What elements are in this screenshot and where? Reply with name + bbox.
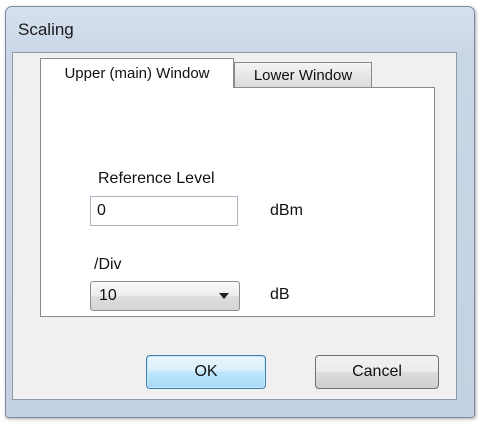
- div-label: /Div: [94, 256, 122, 273]
- div-unit: dB: [270, 286, 290, 303]
- reference-level-label: Reference Level: [98, 170, 215, 187]
- cancel-button[interactable]: Cancel: [315, 355, 439, 389]
- div-select[interactable]: 10: [90, 281, 240, 311]
- ok-button[interactable]: OK: [146, 355, 266, 389]
- dialog-title: Scaling: [18, 20, 74, 39]
- chevron-down-icon[interactable]: [219, 293, 229, 299]
- reference-level-input[interactable]: [90, 196, 238, 226]
- div-select-value: 10: [99, 287, 117, 304]
- tab-upper-main-window[interactable]: Upper (main) Window: [40, 58, 234, 88]
- reference-level-unit: dBm: [270, 202, 303, 219]
- tab-lower-window[interactable]: Lower Window: [234, 62, 372, 87]
